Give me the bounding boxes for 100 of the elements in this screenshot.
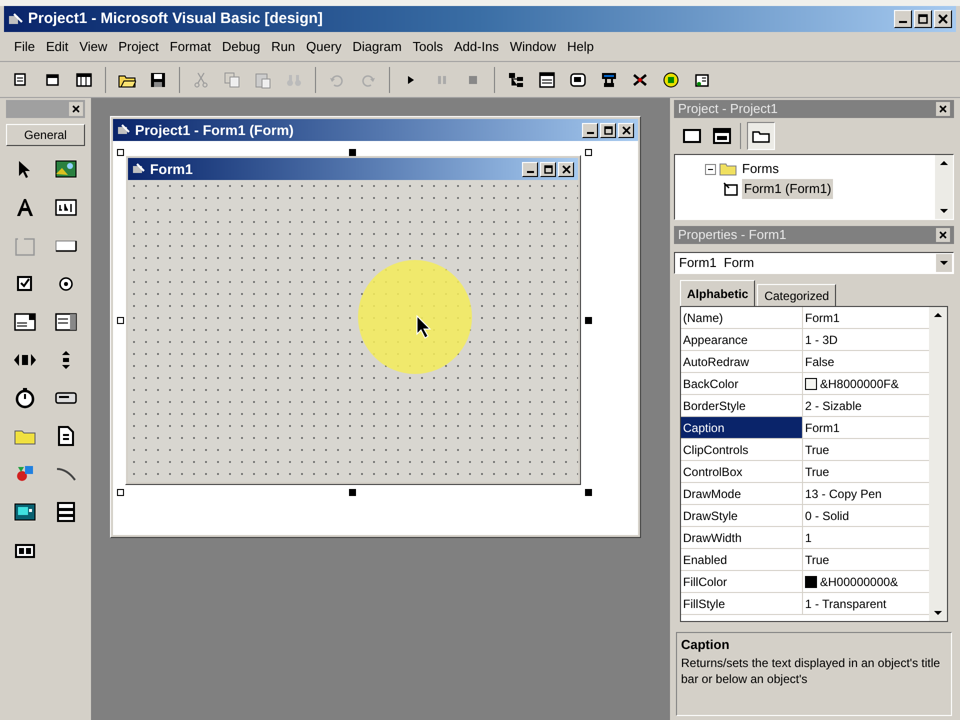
maximize-icon bbox=[604, 126, 612, 134]
app-icon bbox=[8, 12, 24, 26]
minimize-button[interactable] bbox=[894, 10, 912, 28]
minimize-icon bbox=[586, 132, 594, 134]
toggle-folders-button[interactable] bbox=[747, 122, 775, 150]
form-icon bbox=[117, 124, 131, 136]
close-button[interactable] bbox=[936, 102, 950, 116]
combo-box-icon bbox=[14, 311, 36, 333]
minimize-icon bbox=[899, 21, 907, 23]
form-caption: Form1 bbox=[150, 160, 193, 178]
property-value[interactable]: 1 - Transparent bbox=[805, 594, 886, 612]
property-value[interactable]: 0 - Solid bbox=[805, 506, 850, 524]
collapse-icon[interactable] bbox=[705, 164, 716, 174]
property-value[interactable]: &H00000000& bbox=[820, 572, 898, 590]
property-value[interactable]: False bbox=[805, 352, 834, 370]
menu-item[interactable]: Format bbox=[166, 36, 215, 58]
form-layout-icon bbox=[569, 70, 587, 88]
menu-item[interactable]: Query bbox=[302, 36, 346, 58]
window-title: Project1 - Microsoft Visual Basic [design] bbox=[28, 8, 323, 29]
tree-item[interactable]: Form1 (Form1) bbox=[742, 179, 834, 199]
menu-item[interactable]: Debug bbox=[218, 36, 264, 58]
property-name[interactable]: FillColor bbox=[681, 571, 803, 592]
property-name[interactable]: BackColor bbox=[681, 373, 803, 394]
property-name[interactable]: Appearance bbox=[681, 329, 803, 350]
property-name[interactable]: ClipControls bbox=[681, 439, 803, 460]
property-value[interactable]: 1 - 3D bbox=[805, 330, 838, 348]
panel-title: Properties - Form1 bbox=[678, 226, 786, 244]
stopwatch-icon bbox=[14, 387, 36, 409]
form-icon bbox=[723, 182, 739, 196]
text-box-icon bbox=[55, 197, 78, 219]
menu-item[interactable]: View bbox=[75, 36, 112, 58]
resize-handle[interactable] bbox=[117, 489, 124, 496]
cursor-icon bbox=[416, 315, 434, 339]
panel-title: Project - Project1 bbox=[678, 100, 778, 118]
property-value[interactable]: 2 - Sizable bbox=[805, 396, 862, 414]
minimize-button[interactable] bbox=[582, 122, 598, 138]
close-button[interactable] bbox=[558, 162, 574, 176]
property-value[interactable]: 13 - Copy Pen bbox=[805, 484, 882, 502]
data-control-icon bbox=[55, 501, 78, 523]
close-icon bbox=[939, 105, 947, 113]
property-name[interactable]: BorderStyle bbox=[681, 395, 803, 416]
close-button[interactable] bbox=[934, 10, 952, 28]
property-value[interactable]: &H8000000F& bbox=[820, 374, 899, 392]
property-value[interactable]: Form1 bbox=[805, 418, 840, 436]
property-value[interactable]: Form1 bbox=[805, 308, 840, 326]
resize-handle[interactable] bbox=[585, 317, 592, 324]
property-name[interactable]: Caption bbox=[681, 417, 803, 438]
image-icon bbox=[14, 501, 36, 523]
property-tab[interactable]: Alphabetic bbox=[680, 280, 756, 306]
maximize-icon bbox=[918, 14, 928, 24]
resize-handle[interactable] bbox=[585, 149, 592, 156]
close-icon bbox=[939, 231, 947, 239]
property-name[interactable]: ControlBox bbox=[681, 461, 803, 482]
menu-item[interactable]: Tools bbox=[408, 36, 448, 58]
maximize-button[interactable] bbox=[600, 122, 616, 138]
property-name[interactable]: DrawMode bbox=[681, 483, 803, 504]
object-name: Form1 Form bbox=[678, 254, 754, 272]
property-value[interactable]: True bbox=[805, 550, 830, 568]
close-button[interactable] bbox=[618, 122, 634, 138]
tree-item[interactable]: Forms bbox=[740, 159, 781, 179]
resize-handle[interactable] bbox=[349, 489, 356, 496]
menu-item[interactable]: Edit bbox=[42, 36, 72, 58]
property-name[interactable]: Enabled bbox=[681, 549, 803, 570]
resize-handle[interactable] bbox=[117, 149, 124, 156]
maximize-icon bbox=[544, 164, 552, 174]
copy-icon bbox=[223, 70, 241, 88]
resize-handle[interactable] bbox=[349, 149, 356, 156]
property-name[interactable]: FillStyle bbox=[681, 593, 803, 614]
resize-handle[interactable] bbox=[585, 489, 592, 496]
description-text: Returns/sets the text displayed in an object's title bar or below an object's bbox=[681, 654, 942, 686]
menu-item[interactable]: Diagram bbox=[348, 36, 406, 58]
menu-item[interactable]: Help bbox=[563, 36, 598, 58]
close-icon bbox=[562, 164, 570, 174]
menu-item[interactable]: Window bbox=[506, 36, 560, 58]
property-name[interactable]: AutoRedraw bbox=[681, 351, 803, 372]
close-button[interactable] bbox=[936, 228, 950, 242]
close-button[interactable] bbox=[69, 102, 83, 116]
description-title: Caption bbox=[681, 636, 730, 654]
menu-item[interactable]: Run bbox=[267, 36, 300, 58]
maximize-button[interactable] bbox=[914, 10, 932, 28]
resize-handle[interactable] bbox=[117, 317, 124, 324]
property-name[interactable]: DrawWidth bbox=[681, 527, 803, 548]
property-name[interactable]: (Name) bbox=[681, 307, 803, 328]
menu-item[interactable]: Add-Ins bbox=[450, 36, 503, 58]
toolbox-tab[interactable]: General bbox=[6, 124, 85, 146]
property-value[interactable]: True bbox=[805, 462, 830, 480]
frame-icon bbox=[14, 235, 36, 257]
form-icon bbox=[132, 163, 146, 175]
object-dropdown[interactable]: Form1 Form bbox=[674, 252, 954, 274]
property-name[interactable]: DrawStyle bbox=[681, 505, 803, 526]
scissors-icon bbox=[192, 70, 210, 88]
property-tab[interactable]: Categorized bbox=[757, 284, 836, 306]
maximize-button[interactable] bbox=[540, 162, 556, 176]
minimize-button[interactable] bbox=[522, 162, 538, 176]
property-value[interactable]: True bbox=[805, 440, 830, 458]
property-value[interactable]: 1 bbox=[805, 528, 812, 546]
menu-item[interactable]: File bbox=[10, 36, 39, 58]
folder-icon bbox=[752, 129, 770, 143]
menu-item[interactable]: Project bbox=[114, 36, 163, 58]
designer-title: Project1 - Form1 (Form) bbox=[135, 120, 294, 140]
